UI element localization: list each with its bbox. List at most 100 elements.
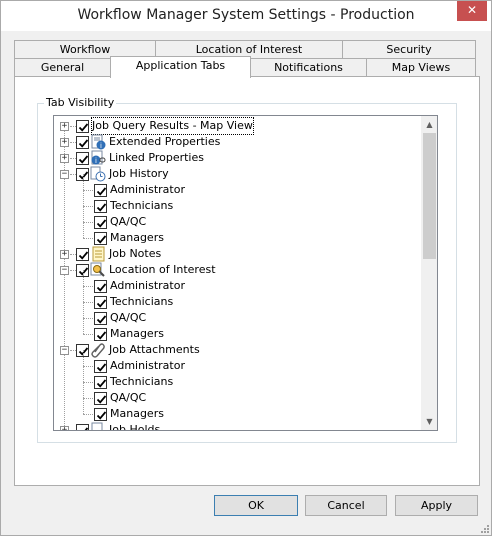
tree-node[interactable]: − Location of Interest <box>54 262 422 278</box>
tree-connector-line <box>83 318 84 334</box>
role-visibility-checkbox[interactable] <box>94 376 107 389</box>
visibility-checkbox[interactable] <box>76 248 89 261</box>
tree-node-label[interactable]: Job Query Results - Map View <box>91 117 254 135</box>
expand-icon[interactable]: + <box>60 154 69 163</box>
application-tabs-page: Tab Visibility + Job Query Results - Map … <box>14 76 480 486</box>
visibility-checkbox[interactable] <box>76 136 89 149</box>
visibility-checkbox[interactable] <box>76 424 89 430</box>
tree-node[interactable]: − Job Attachments <box>54 342 422 358</box>
collapse-icon[interactable]: − <box>60 346 69 355</box>
tree-node-label[interactable]: Linked Properties <box>109 150 204 166</box>
tree-connector-line <box>70 430 76 431</box>
tab-security[interactable]: Security <box>342 40 476 58</box>
role-label[interactable]: QA/QC <box>110 390 146 406</box>
role-visibility-checkbox[interactable] <box>94 328 107 341</box>
role-label[interactable]: Managers <box>110 326 164 342</box>
role-visibility-checkbox[interactable] <box>94 216 107 229</box>
role-label[interactable]: Technicians <box>110 374 173 390</box>
tree-node[interactable]: + i Extended Properties <box>54 134 422 150</box>
tree-child-node[interactable]: Technicians <box>54 366 422 390</box>
tree-node[interactable]: + Job Notes <box>54 246 422 262</box>
expand-icon[interactable]: + <box>60 426 69 430</box>
tab-visibility-tree[interactable]: + Job Query Results - Map View + i Extended … <box>53 115 438 431</box>
scroll-down-arrow-icon[interactable]: ▼ <box>421 413 437 430</box>
resize-grip-icon[interactable] <box>479 523 489 533</box>
tab-map-views[interactable]: Map Views <box>366 58 476 76</box>
tree-connector-line <box>83 366 84 382</box>
tree-connector-line <box>83 206 84 222</box>
tree-child-node[interactable]: QA/QC <box>54 382 422 406</box>
role-visibility-checkbox[interactable] <box>94 184 107 197</box>
role-visibility-checkbox[interactable] <box>94 200 107 213</box>
settings-window: Workflow Manager System Settings - Produ… <box>0 0 492 536</box>
tree-content: + Job Query Results - Map View + i Extended … <box>54 116 422 431</box>
tree-node[interactable]: − Job History <box>54 166 422 182</box>
role-visibility-checkbox[interactable] <box>94 296 107 309</box>
tree-child-node[interactable]: QA/QC <box>54 206 422 230</box>
tree-scrollbar[interactable]: ▲ ▼ <box>421 116 437 430</box>
role-label[interactable]: QA/QC <box>110 310 146 326</box>
tab-application-tabs[interactable]: Application Tabs <box>110 56 251 78</box>
tree-child-node[interactable]: Technicians <box>54 286 422 310</box>
tab-general[interactable]: General <box>14 58 111 76</box>
role-label[interactable]: QA/QC <box>110 214 146 230</box>
expand-icon[interactable]: + <box>60 138 69 147</box>
scroll-thumb[interactable] <box>423 133 436 259</box>
tree-connector-line <box>83 302 84 318</box>
tree-node-label[interactable]: Job History <box>109 166 169 182</box>
role-visibility-checkbox[interactable] <box>94 280 107 293</box>
tree-child-node[interactable]: Administrator <box>54 350 422 374</box>
role-visibility-checkbox[interactable] <box>94 408 107 421</box>
tree-connector-line <box>83 270 84 286</box>
tree-node[interactable]: + Job Holds <box>54 422 422 431</box>
role-visibility-checkbox[interactable] <box>94 392 107 405</box>
visibility-checkbox[interactable] <box>76 120 89 133</box>
tree-connector-line <box>83 190 84 206</box>
tree-child-node[interactable]: QA/QC <box>54 302 422 326</box>
title-bar[interactable]: Workflow Manager System Settings - Produ… <box>1 1 491 31</box>
tree-node[interactable]: + Job Query Results - Map View <box>54 117 422 135</box>
role-label[interactable]: Managers <box>110 406 164 422</box>
tree-connector-line <box>83 398 84 414</box>
role-label[interactable]: Technicians <box>110 294 173 310</box>
tree-child-node[interactable]: Managers <box>54 222 422 246</box>
role-label[interactable]: Administrator <box>110 182 185 198</box>
tree-child-node[interactable]: Managers <box>54 318 422 342</box>
role-label[interactable]: Technicians <box>110 198 173 214</box>
apply-button[interactable]: Apply <box>395 495 478 516</box>
tree-node[interactable]: + i Linked Properties <box>54 150 422 166</box>
tree-node-label[interactable]: Job Holds <box>109 422 160 430</box>
role-label[interactable]: Administrator <box>110 358 185 374</box>
collapse-icon[interactable]: − <box>60 170 69 179</box>
visibility-checkbox[interactable] <box>76 152 89 165</box>
tree-node-label[interactable]: Job Attachments <box>109 342 200 358</box>
expand-icon[interactable]: + <box>60 250 69 259</box>
info-link-icon: i <box>90 150 106 166</box>
role-label[interactable]: Managers <box>110 230 164 246</box>
tab-notifications[interactable]: Notifications <box>250 58 367 76</box>
tab-visibility-group: Tab Visibility + Job Query Results - Map … <box>37 96 457 443</box>
tree-child-node[interactable]: Administrator <box>54 174 422 198</box>
ok-button[interactable]: OK <box>214 495 298 516</box>
role-visibility-checkbox[interactable] <box>94 312 107 325</box>
collapse-icon[interactable]: − <box>60 266 69 275</box>
close-button[interactable]: ✕ <box>457 1 487 21</box>
info-list-icon: i <box>90 134 106 150</box>
map-search-icon <box>90 262 106 278</box>
svg-text:i: i <box>95 157 97 165</box>
scroll-up-arrow-icon[interactable]: ▲ <box>421 116 437 133</box>
tab-visibility-label: Tab Visibility <box>44 96 117 109</box>
role-visibility-checkbox[interactable] <box>94 360 107 373</box>
tree-node-label[interactable]: Location of Interest <box>109 262 216 278</box>
tree-child-node[interactable]: Administrator <box>54 270 422 294</box>
cancel-button[interactable]: Cancel <box>305 495 387 516</box>
notes-icon <box>90 246 106 262</box>
tree-child-node[interactable]: Technicians <box>54 190 422 214</box>
tree-child-node[interactable]: Managers <box>54 398 422 422</box>
role-visibility-checkbox[interactable] <box>94 232 107 245</box>
tree-node-label[interactable]: Extended Properties <box>109 134 220 150</box>
role-label[interactable]: Administrator <box>110 278 185 294</box>
paperclip-icon <box>90 342 106 358</box>
expand-icon[interactable]: + <box>60 122 69 131</box>
tree-node-label[interactable]: Job Notes <box>109 246 161 262</box>
